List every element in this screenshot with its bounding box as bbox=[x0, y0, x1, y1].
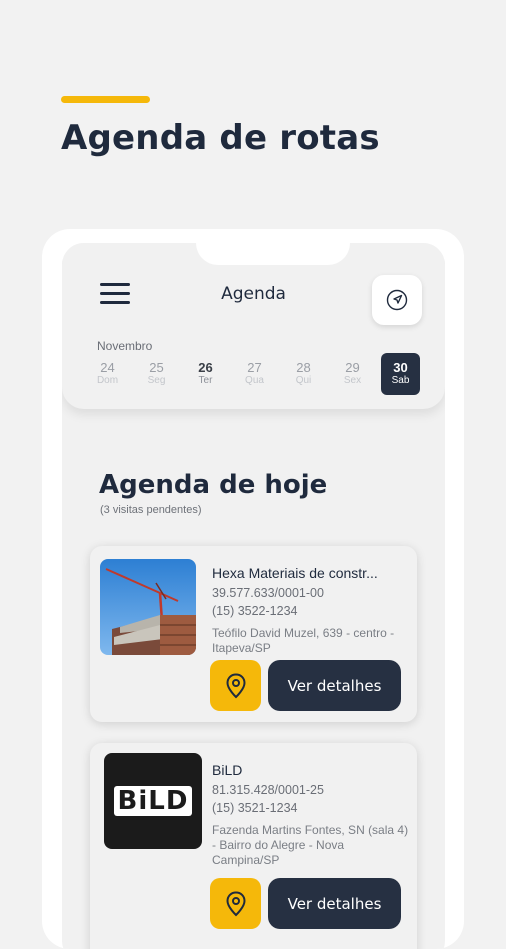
day-weekday: Sab bbox=[391, 375, 410, 386]
agenda-header: Agenda Novembro 24 Dom 25 Seg 26 Ter 27 Qua … bbox=[62, 243, 445, 409]
pending-visits-count: (3 visitas pendentes) bbox=[100, 504, 202, 516]
month-label: Novembro bbox=[97, 339, 153, 353]
visit-card[interactable]: Hexa Materiais de constr... 39.577.633/0… bbox=[90, 546, 417, 722]
day-number: 25 bbox=[149, 360, 164, 375]
bild-logo: BiLD bbox=[104, 753, 202, 849]
day-29[interactable]: 29 Sex bbox=[333, 353, 372, 395]
phone-frame: Agenda Novembro 24 Dom 25 Seg 26 Ter 27 Qua … bbox=[42, 229, 464, 949]
day-number: 24 bbox=[100, 360, 115, 375]
day-28[interactable]: 28 Qui bbox=[284, 353, 323, 395]
navigation-arrow-icon bbox=[386, 289, 408, 311]
client-cnpj: 81.315.428/0001-25 bbox=[212, 783, 324, 797]
day-number: 28 bbox=[296, 360, 311, 375]
day-27[interactable]: 27 Qua bbox=[235, 353, 274, 395]
accent-bar bbox=[61, 96, 150, 103]
day-weekday: Dom bbox=[96, 375, 119, 386]
bild-logo-text: BiLD bbox=[113, 786, 193, 816]
client-address: Teófilo David Muzel, 639 - centro - Itap… bbox=[212, 626, 395, 655]
map-location-button[interactable] bbox=[210, 878, 261, 929]
map-pin-icon bbox=[225, 672, 246, 698]
navigation-button[interactable] bbox=[372, 275, 422, 325]
promo-title: Agenda de rotas bbox=[61, 118, 380, 158]
client-address: Fazenda Martins Fontes, SN (sala 4) - Ba… bbox=[212, 823, 409, 867]
day-weekday: Qua bbox=[245, 375, 264, 386]
app-screen: Agenda Novembro 24 Dom 25 Seg 26 Ter 27 Qua … bbox=[62, 243, 445, 949]
day-number: 26 bbox=[198, 360, 213, 375]
day-weekday: Ter bbox=[198, 375, 213, 386]
map-location-button[interactable] bbox=[210, 660, 261, 711]
view-details-button[interactable]: Ver detalhes bbox=[268, 660, 401, 711]
phone-notch bbox=[196, 243, 350, 265]
day-weekday: Seg bbox=[147, 375, 166, 386]
day-25[interactable]: 25 Seg bbox=[137, 353, 176, 395]
day-30[interactable]: 30 Sab bbox=[381, 353, 420, 395]
client-phone: (15) 3522-1234 bbox=[212, 604, 298, 618]
client-name: BiLD bbox=[212, 762, 243, 778]
day-weekday: Qui bbox=[295, 375, 312, 386]
construction-photo bbox=[100, 559, 196, 655]
client-phone: (15) 3521-1234 bbox=[212, 801, 298, 815]
section-title: Agenda de hoje bbox=[99, 470, 328, 500]
day-weekday: Sex bbox=[343, 375, 362, 386]
day-number: 29 bbox=[345, 360, 360, 375]
day-26[interactable]: 26 Ter bbox=[186, 353, 225, 395]
visit-card[interactable]: BiLD BiLD 81.315.428/0001-25 (15) 3521-1… bbox=[90, 743, 417, 949]
day-number: 30 bbox=[393, 360, 408, 375]
day-24[interactable]: 24 Dom bbox=[88, 353, 127, 395]
client-name: Hexa Materiais de constr... bbox=[212, 565, 378, 581]
view-details-button[interactable]: Ver detalhes bbox=[268, 878, 401, 929]
client-cnpj: 39.577.633/0001-00 bbox=[212, 586, 324, 600]
day-number: 27 bbox=[247, 360, 262, 375]
map-pin-icon bbox=[225, 890, 246, 916]
